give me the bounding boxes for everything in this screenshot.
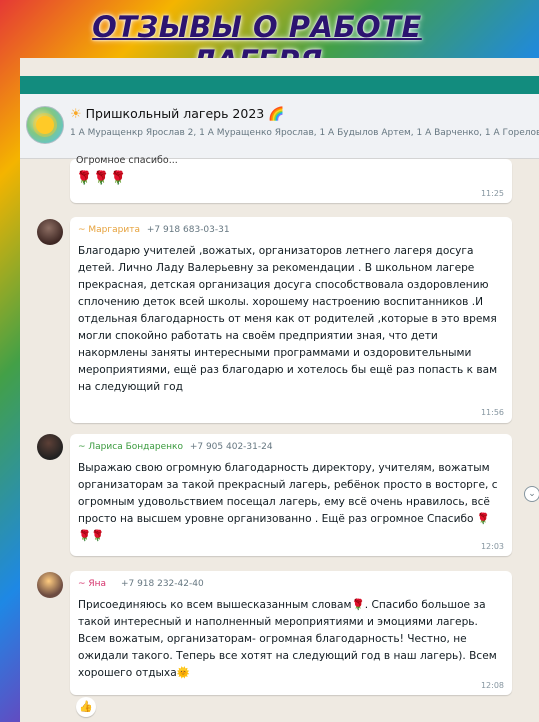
message-bubble[interactable]: ~ Маргарита +7 918 683-03-31 Благодарю у… [70,217,512,423]
chevron-down-icon: ⌄ [528,489,536,499]
group-name[interactable]: ☀ Пришкольный лагерь 2023 🌈 [70,106,284,122]
message-sender[interactable]: ~ Яна +7 918 232-42-40 [78,579,204,589]
sun-emoji-icon: 🌞 [176,667,190,679]
message-bubble[interactable]: Огромное спасибо... 🌹🌹🌹 11:25 [70,155,512,203]
message-list[interactable]: Огромное спасибо... 🌹🌹🌹 11:25 ~ Маргарит… [20,155,539,722]
avatar[interactable] [37,572,63,598]
sender-phone: +7 905 402-31-24 [189,442,273,452]
chat-header[interactable]: ☀ Пришкольный лагерь 2023 🌈 1 А Муращенк… [20,94,539,159]
message-text: Благодарю учителей ,вожатых, организатор… [78,245,498,393]
message-text-block: Выражаю свою огромную благодарность дире… [78,460,502,545]
group-name-text: Пришкольный лагерь 2023 [85,106,265,121]
rose-emoji-icon: 🌹 [351,599,365,611]
app-top-bar [20,76,539,94]
thumbs-up-reaction-icon[interactable]: 👍 [76,697,96,717]
message-time: 11:25 [480,189,504,198]
poster: ОТЗЫВЫ О РАБОТЕ ЛАГЕРЯ ☀ Пришкольный лаг… [0,0,539,722]
message-time: 11:56 [480,408,504,417]
avatar[interactable] [37,434,63,460]
message-time: 12:08 [480,681,504,690]
rainbow-emoji-icon: 🌈 [268,107,285,122]
group-avatar[interactable] [26,106,64,144]
sun-emoji-icon: ☀ [70,107,82,122]
message-text: . Спасибо большое за такой интересный и … [78,599,497,679]
message-text: Выражаю свою огромную благодарность дире… [78,462,498,525]
camp-sun-logo-icon [36,116,54,134]
message-bubble[interactable]: ~ Лариса Бондаренко +7 905 402-31-24 Выр… [70,434,512,556]
message-text-block: Присоединяюсь ко всем вышесказанным слов… [78,597,502,682]
message-time: 12:03 [480,542,504,551]
sender-name: ~ Яна [78,579,107,589]
sender-phone: +7 918 232-42-40 [120,579,204,589]
message-bubble[interactable]: ~ Яна +7 918 232-42-40 Присоединяюсь ко … [70,571,512,695]
rose-emoji-icon: 🌹🌹🌹 [76,171,128,186]
avatar[interactable] [37,219,63,245]
sender-name: ~ Лариса Бондаренко [78,442,183,452]
message-text-partial: Огромное спасибо... [76,155,178,166]
message-sender[interactable]: ~ Лариса Бондаренко +7 905 402-31-24 [78,442,273,452]
sender-name: ~ Маргарита [78,225,140,235]
scroll-down-button[interactable]: ⌄ [524,486,539,502]
chat-screenshot: ☀ Пришкольный лагерь 2023 🌈 1 А Муращенк… [20,58,539,722]
message-text: Присоединяюсь ко всем вышесказанным слов… [78,599,352,611]
message-sender[interactable]: ~ Маргарита +7 918 683-03-31 [78,225,230,235]
group-members-list: 1 А Муращенкр Ярослав 2, 1 А Муращенко Я… [70,128,539,138]
sender-phone: +7 918 683-03-31 [146,225,230,235]
title-banner: ОТЗЫВЫ О РАБОТЕ ЛАГЕРЯ [22,4,492,78]
